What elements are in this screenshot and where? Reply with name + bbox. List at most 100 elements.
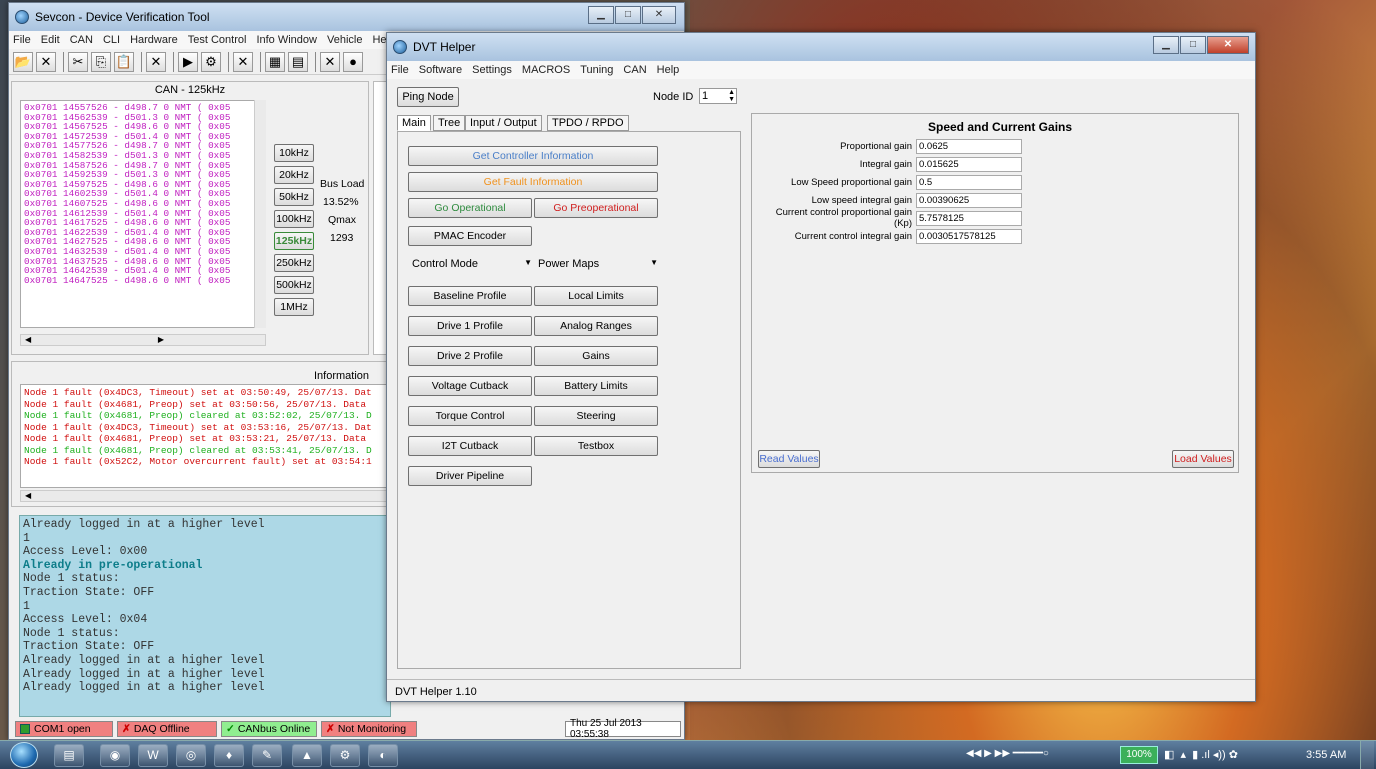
menu-file[interactable]: File	[13, 34, 31, 46]
clear-icon[interactable]: ✕	[146, 51, 166, 72]
chart-icon[interactable]: ▤	[288, 51, 308, 72]
baseline-profile-button[interactable]: Baseline Profile	[408, 286, 532, 306]
analog-ranges-button[interactable]: Analog Ranges	[534, 316, 658, 336]
menu-info-window[interactable]: Info Window	[256, 34, 317, 46]
get-controller-info-button[interactable]: Get Controller Information	[408, 146, 658, 166]
gain-value-input[interactable]: 5.7578125	[916, 210, 1022, 226]
main-titlebar[interactable]: Sevcon - Device Verification Tool ▁ □ ✕	[9, 3, 684, 31]
paste-icon[interactable]: 📋	[114, 51, 134, 72]
baud-500khz-button[interactable]: 500kHz	[274, 276, 314, 294]
tray-icons[interactable]: ◧ ▴ ▮ .ıl ◂)) ✿	[1164, 748, 1238, 761]
gain-value-input[interactable]: 0.0625	[916, 138, 1022, 154]
power-maps-dropdown[interactable]: Power Maps ▼	[538, 258, 658, 274]
driver-pipeline-button[interactable]: Driver Pipeline	[408, 466, 532, 486]
maximize-button[interactable]: □	[615, 6, 641, 24]
play-icon[interactable]: ▶	[178, 51, 198, 72]
go-preoperational-button[interactable]: Go Preoperational	[534, 198, 658, 218]
baud-50khz-button[interactable]: 50kHz	[274, 188, 314, 206]
cli-output[interactable]: Already logged in at a higher level 1 Acce…	[19, 515, 391, 717]
helper-maximize-button[interactable]: □	[1180, 36, 1206, 54]
start-button[interactable]	[10, 742, 38, 768]
taskbar-app-icon[interactable]: ♦	[214, 744, 244, 767]
baud-20khz-button[interactable]: 20kHz	[274, 166, 314, 184]
open-icon[interactable]: 📂	[13, 51, 33, 72]
taskbar-dvt-icon[interactable]: ◐	[368, 744, 398, 767]
helper-menu-tuning[interactable]: Tuning	[580, 64, 613, 76]
helper-menu-file[interactable]: File	[391, 64, 409, 76]
battery-limits-button[interactable]: Battery Limits	[534, 376, 658, 396]
tab-input-output[interactable]: Input / Output	[465, 115, 542, 131]
menu-hardware[interactable]: Hardware	[130, 34, 178, 46]
record-icon[interactable]: ●	[343, 51, 363, 72]
taskbar-explorer-icon[interactable]: ▤	[54, 744, 84, 767]
can-log-hscrollbar[interactable]: ◀ ▶	[20, 334, 266, 346]
gain-value-input[interactable]: 0.00390625	[916, 192, 1022, 208]
gains-button[interactable]: Gains	[534, 346, 658, 366]
read-values-button[interactable]: Read Values	[758, 450, 820, 468]
helper-menu-help[interactable]: Help	[657, 64, 680, 76]
helper-menu-can[interactable]: CAN	[623, 64, 646, 76]
taskbar-word-icon[interactable]: W	[138, 744, 168, 767]
tab-main[interactable]: Main	[397, 115, 431, 131]
steering-button[interactable]: Steering	[534, 406, 658, 426]
baud-125khz-button[interactable]: 125kHz	[274, 232, 314, 250]
testbox-button[interactable]: Testbox	[534, 436, 658, 456]
get-fault-info-button[interactable]: Get Fault Information	[408, 172, 658, 192]
menu-vehicle[interactable]: Vehicle	[327, 34, 362, 46]
gain-value-input[interactable]: 0.015625	[916, 156, 1022, 172]
menu-cli[interactable]: CLI	[103, 34, 120, 46]
settings-icon[interactable]: ⚙	[201, 51, 221, 72]
node-id-spinner[interactable]: 1 ▲ ▼	[699, 88, 737, 104]
taskbar-chrome-icon[interactable]: ◉	[100, 744, 130, 767]
drive2-profile-button[interactable]: Drive 2 Profile	[408, 346, 532, 366]
helper-minimize-button[interactable]: ▁	[1153, 36, 1179, 54]
i2t-cutback-button[interactable]: I2T Cutback	[408, 436, 532, 456]
local-limits-button[interactable]: Local Limits	[534, 286, 658, 306]
taskbar-browser-icon[interactable]: ◎	[176, 744, 206, 767]
baud-1mhz-button[interactable]: 1MHz	[274, 298, 314, 316]
helper-close-button[interactable]: ✕	[1207, 36, 1249, 54]
tab-tree[interactable]: Tree	[433, 115, 466, 131]
voltage-cutback-button[interactable]: Voltage Cutback	[408, 376, 532, 396]
cut-icon[interactable]: ✂	[68, 51, 88, 72]
tab-tpdo-rpdo[interactable]: TPDO / RPDO	[547, 115, 629, 131]
close-file-icon[interactable]: ✕	[36, 51, 56, 72]
chip-icon[interactable]: ▦	[265, 51, 285, 72]
close-button[interactable]: ✕	[642, 6, 676, 24]
clock[interactable]: 3:55 AM	[1306, 749, 1346, 761]
baud-10khz-button[interactable]: 10kHz	[274, 144, 314, 162]
baud-100khz-button[interactable]: 100kHz	[274, 210, 314, 228]
can-log[interactable]: 0x0701 14557526 - d498.7 0 NMT ( 0x05 0x0…	[20, 100, 266, 328]
go-operational-button[interactable]: Go Operational	[408, 198, 532, 218]
media-controls[interactable]: ◀◀ ▶ ▶▶ ━━━━━○	[966, 748, 1049, 759]
baud-250khz-button[interactable]: 250kHz	[274, 254, 314, 272]
menu-can[interactable]: CAN	[70, 34, 93, 46]
spinner-arrows-icon[interactable]: ▲ ▼	[728, 89, 735, 103]
stop-icon[interactable]: ✕	[233, 51, 253, 72]
show-desktop-button[interactable]	[1360, 741, 1374, 769]
drive1-profile-button[interactable]: Drive 1 Profile	[408, 316, 532, 336]
info-log[interactable]: Node 1 fault (0x4DC3, Timeout) set at 03…	[20, 384, 392, 488]
helper-titlebar[interactable]: DVT Helper ▁ □ ✕	[387, 33, 1255, 61]
zoom-display[interactable]: 100%	[1120, 746, 1158, 764]
menu-test-control[interactable]: Test Control	[188, 34, 247, 46]
info-log-hscrollbar[interactable]: ◀	[20, 490, 392, 502]
helper-menu-software[interactable]: Software	[419, 64, 462, 76]
menu-edit[interactable]: Edit	[41, 34, 60, 46]
gain-value-input[interactable]: 0.0030517578125	[916, 228, 1022, 244]
gain-value-input[interactable]: 0.5	[916, 174, 1022, 190]
taskbar-acrobat-icon[interactable]: ▲	[292, 744, 322, 767]
ping-node-button[interactable]: Ping Node	[397, 87, 459, 107]
taskbar-paint-icon[interactable]: ✎	[252, 744, 282, 767]
cancel-icon[interactable]: ✕	[320, 51, 340, 72]
helper-menu-macros[interactable]: MACROS	[522, 64, 570, 76]
torque-control-button[interactable]: Torque Control	[408, 406, 532, 426]
minimize-button[interactable]: ▁	[588, 6, 614, 24]
can-log-scrollbar[interactable]	[254, 100, 266, 328]
taskbar-tool-icon[interactable]: ⚙	[330, 744, 360, 767]
pmac-encoder-button[interactable]: PMAC Encoder	[408, 226, 532, 246]
copy-icon[interactable]: ⎘	[91, 51, 111, 72]
control-mode-dropdown[interactable]: Control Mode ▼	[412, 258, 532, 274]
load-values-button[interactable]: Load Values	[1172, 450, 1234, 468]
helper-menu-settings[interactable]: Settings	[472, 64, 512, 76]
